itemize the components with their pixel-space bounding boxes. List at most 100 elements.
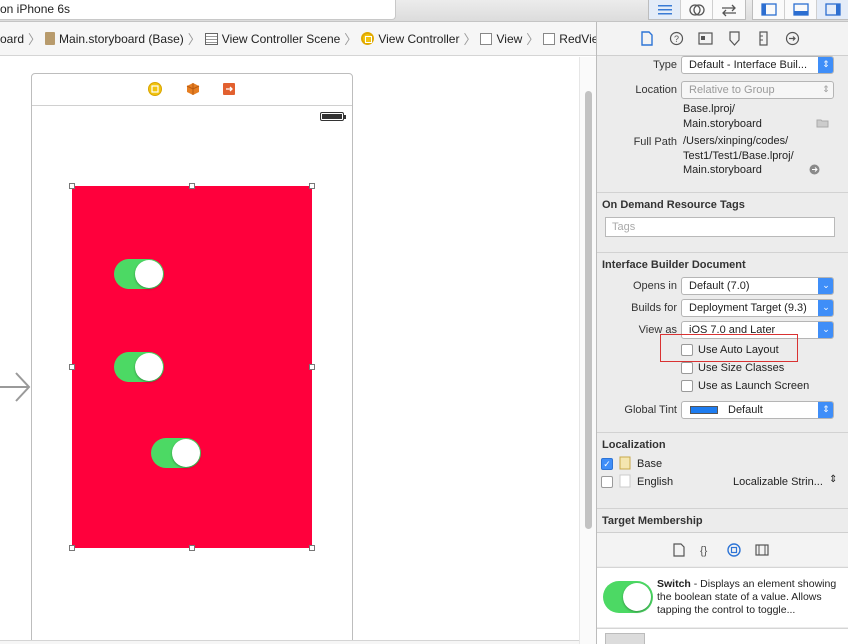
connections-inspector-tab[interactable] [784,31,800,47]
scheme-selector[interactable]: on iPhone 6s [0,0,396,20]
utilities-inspector: ? Type Default - Interface Buil... ⇕ Loc… [596,22,848,644]
crumb-main-storyboard[interactable]: Main.storyboard (Base) [45,32,184,46]
switch-thumbnail-icon [603,581,653,613]
crumb-view[interactable]: View [480,32,522,46]
crumb-view-controller[interactable]: View Controller [361,32,459,46]
builds-for-popup[interactable]: Deployment Target (9.3) ⌄ [681,299,834,317]
shield-icon [728,31,740,46]
resize-handle-top-left[interactable] [69,183,75,189]
use-size-classes-checkbox[interactable] [681,362,693,374]
switch-3[interactable] [151,438,201,468]
object-library-icon[interactable] [727,542,741,557]
storyboard-canvas[interactable] [0,57,596,644]
size-inspector-tab[interactable] [755,31,771,47]
canvas-scroll-thumb[interactable] [585,91,592,529]
library-item-next[interactable] [597,628,848,644]
right-panel-icon [825,3,841,16]
scene-dock [32,74,352,106]
resize-handle-left[interactable] [69,364,75,370]
english-localization-checkbox[interactable] [601,476,613,488]
battery-icon [320,112,346,121]
full-path-line2: Test1/Test1/Base.lproj/ [683,150,794,162]
popup-arrows-icon: ⇕ [818,57,833,73]
resize-handle-bottom[interactable] [189,545,195,551]
canvas-bottom-bar [0,640,579,644]
resize-handle-top[interactable] [189,183,195,189]
chevron-right-icon: 〉 [526,32,540,47]
utilities-toggle-button[interactable] [817,0,848,19]
assistant-editor-button[interactable] [681,0,713,19]
resize-handle-bottom-right[interactable] [309,545,315,551]
location-path-line1: Base.lproj/ [683,103,735,115]
type-popup[interactable]: Default - Interface Buil... ⇕ [681,56,834,74]
location-path-line2: Main.storyboard [683,118,762,130]
resize-handle-bottom-left[interactable] [69,545,75,551]
base-localization-checkbox[interactable]: ✓ [601,458,613,470]
tint-color-swatch [690,406,718,414]
library-item-description: Switch - Displays an element showing the… [657,578,837,616]
chevron-right-icon: 〉 [463,32,477,47]
arrow-circle-icon [785,31,799,46]
panel-toggle-segment [752,0,848,20]
popup-arrows-icon: ⇕ [818,402,833,418]
standard-editor-button[interactable] [649,0,681,19]
toolbar: on iPhone 6s [0,0,848,22]
segmented-control-thumbnail-icon [605,633,645,644]
tags-field[interactable]: Tags [605,217,835,237]
crumb-redview[interactable]: RedView [543,32,596,46]
rings-icon [688,3,705,16]
identity-inspector-tab[interactable] [697,31,713,47]
location-popup[interactable]: Relative to Group ⇕ [681,81,834,99]
version-editor-button[interactable] [713,0,745,19]
localization-section: Localization [597,432,848,451]
svg-text:{}: {} [700,545,708,557]
view-icon [480,32,493,45]
strings-file-icon [619,456,631,470]
full-path-line1: /Users/xinping/codes/ [683,135,789,147]
library-tabs: {} [597,532,848,566]
initial-vc-arrow-icon [0,372,31,402]
launch-screen-label: Use as Launch Screen [698,380,810,392]
use-auto-layout-checkbox[interactable] [681,344,693,356]
chevron-right-icon: 〉 [28,32,42,47]
crumb-view-controller-scene[interactable]: View Controller Scene [204,32,340,46]
chevron-down-icon: ⌄ [818,322,833,338]
chevron-down-icon: ⌄ [818,300,833,316]
exit-icon[interactable] [222,82,236,96]
reveal-arrow-icon[interactable] [809,164,820,175]
launch-screen-checkbox[interactable] [681,380,693,392]
english-localization-label: English [637,476,674,488]
full-path-line3: Main.storyboard [683,164,762,176]
target-membership-section: Target Membership [597,508,848,532]
left-panel-icon [760,3,777,16]
attributes-inspector-tab[interactable] [726,31,742,47]
arrows-swap-icon [722,4,736,16]
jump-bar: oard 〉 Main.storyboard (Base) 〉 View Con… [0,22,596,56]
folder-icon[interactable] [816,118,829,128]
first-responder-icon[interactable] [186,82,200,96]
quick-help-tab[interactable]: ? [668,31,684,47]
global-tint-popup[interactable]: Default ⇕ [681,401,834,419]
canvas-scrollbar[interactable] [579,57,596,644]
view-controller-icon[interactable] [148,82,162,96]
resize-handle-right[interactable] [309,364,315,370]
switch-1[interactable] [114,259,164,289]
crumb-storyboard-folder[interactable]: oard [0,32,24,46]
view-icon [543,32,556,45]
library-item-switch[interactable]: Switch - Displays an element showing the… [597,567,848,627]
file-inspector-tab[interactable] [639,31,655,47]
opens-in-popup[interactable]: Default (7.0) ⌄ [681,277,834,295]
chevron-right-icon: 〉 [344,32,358,47]
switch-2[interactable] [114,352,164,382]
debug-toggle-button[interactable] [785,0,817,19]
media-library-icon[interactable] [755,543,769,556]
ruler-icon [758,31,768,46]
navigator-toggle-button[interactable] [753,0,785,19]
file-template-icon[interactable] [673,542,685,557]
code-braces-icon[interactable]: {} [699,543,713,557]
storyboard-file-icon [45,32,56,45]
red-view[interactable] [72,186,312,548]
use-size-classes-label: Use Size Classes [698,362,785,374]
english-localization-popup[interactable]: Localizable Strin... [733,476,823,488]
resize-handle-top-right[interactable] [309,183,315,189]
